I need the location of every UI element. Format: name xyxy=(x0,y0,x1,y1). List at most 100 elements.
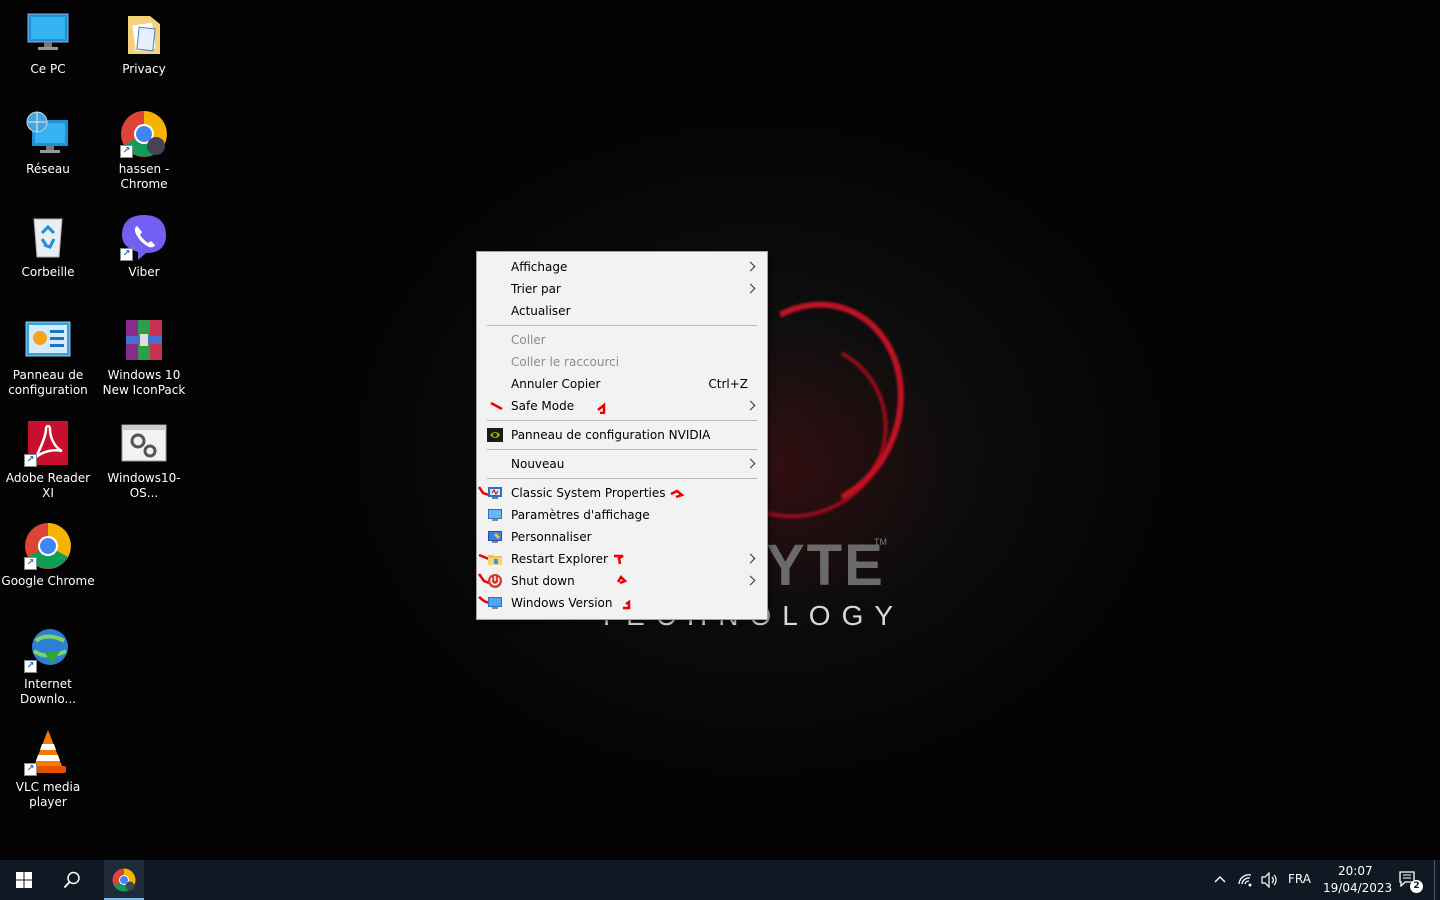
viber-icon: ↗ xyxy=(120,213,168,261)
menu-item-coller[interactable]: Coller xyxy=(477,329,767,351)
menu-item-label: Safe Mode xyxy=(511,399,575,413)
menu-item-annuler-copier[interactable]: Annuler Copier Ctrl+Z xyxy=(477,373,767,395)
desktop-icon-hassen-chrome[interactable]: ↗ hassen - Chrome xyxy=(96,110,192,192)
menu-item-classic-system-properties[interactable]: Classic System Properties xyxy=(477,482,767,504)
desktop-icon-label: Corbeille xyxy=(21,265,75,279)
desktop-icon-label: Panneau de configuration xyxy=(8,368,88,397)
input-language-indicator[interactable]: FRA xyxy=(1288,872,1311,886)
menu-item-nvidia-control-panel[interactable]: Panneau de configuration NVIDIA xyxy=(477,424,767,446)
desktop-icon-panneau-de-configuration[interactable]: Panneau de configuration xyxy=(0,316,96,398)
folder-document-icon xyxy=(120,10,168,58)
menu-item-parametres-affichage[interactable]: Paramètres d'affichage xyxy=(477,504,767,526)
shortcut-arrow-icon: ↗ xyxy=(120,145,133,158)
chevron-up-icon xyxy=(1214,876,1226,883)
menu-item-label: Restart Explorer xyxy=(511,552,608,566)
red-annotation-mark-icon xyxy=(614,554,624,565)
archive-icon xyxy=(120,316,168,364)
desktop-icon-reseau[interactable]: Réseau xyxy=(0,110,96,177)
desktop-icon-internet-download-manager[interactable]: ↗ Internet Downlo... xyxy=(0,625,96,707)
start-button[interactable] xyxy=(0,860,48,900)
menu-item-label: Personnaliser xyxy=(511,530,592,544)
menu-separator xyxy=(487,449,757,450)
shortcut-arrow-icon: ↗ xyxy=(24,660,37,673)
desktop-icon-label: Google Chrome xyxy=(1,574,95,588)
menu-separator xyxy=(487,325,757,326)
monitor-icon xyxy=(488,597,502,609)
menu-item-nouveau[interactable]: Nouveau xyxy=(477,453,767,475)
menu-item-label: Coller xyxy=(511,333,546,347)
taskbar: FRA 20:07 19/04/2023 2 xyxy=(0,860,1440,900)
menu-item-label: Nouveau xyxy=(511,457,565,471)
red-annotation-mark-icon xyxy=(623,599,631,610)
desktop-icon-privacy[interactable]: Privacy xyxy=(96,10,192,77)
desktop-icon-vlc-media-player[interactable]: ↗ VLC media player xyxy=(0,728,96,810)
chevron-right-icon xyxy=(745,553,756,564)
wallpaper-trademark: TM xyxy=(874,537,887,547)
action-center-button[interactable]: 2 xyxy=(1394,860,1424,900)
menu-item-shortcut: Ctrl+Z xyxy=(708,377,748,391)
chrome-profile-icon: ↗ xyxy=(120,110,168,158)
desktop-icon-label: VLC media player xyxy=(15,780,81,809)
menu-item-label: Shut down xyxy=(511,574,575,588)
menu-item-actualiser[interactable]: Actualiser xyxy=(477,300,767,322)
desktop-icon-adobe-reader-xi[interactable]: ↗ Adobe Reader XI xyxy=(0,419,96,501)
menu-item-shut-down[interactable]: Shut down xyxy=(477,570,767,592)
desktop-icon-label: Internet Downlo... xyxy=(20,677,76,706)
desktop-icon-ce-pc[interactable]: Ce PC xyxy=(0,10,96,77)
menu-item-personnaliser[interactable]: Personnaliser xyxy=(477,526,767,548)
notification-count-badge: 2 xyxy=(1410,880,1423,893)
red-annotation-mark-icon xyxy=(490,402,503,410)
menu-item-windows-version[interactable]: Windows Version xyxy=(477,592,767,614)
menu-separator xyxy=(487,420,757,421)
shortcut-arrow-icon: ↗ xyxy=(24,763,37,776)
menu-item-coller-le-raccourci[interactable]: Coller le raccourci xyxy=(477,351,767,373)
chevron-right-icon xyxy=(745,261,756,272)
volume-tray-button[interactable] xyxy=(1258,860,1282,900)
red-annotation-mark-icon xyxy=(616,575,628,585)
system-properties-icon xyxy=(488,487,502,499)
desktop-context-menu: Affichage Trier par Actualiser Coller Co… xyxy=(476,251,768,620)
clock-time[interactable]: 20:07 xyxy=(1338,864,1373,878)
shortcut-arrow-icon: ↗ xyxy=(120,248,133,261)
search-icon xyxy=(63,871,80,889)
show-desktop-button[interactable] xyxy=(1434,860,1435,900)
settings-window-icon xyxy=(120,419,168,467)
menu-item-affichage[interactable]: Affichage xyxy=(477,256,767,278)
menu-item-label: Paramètres d'affichage xyxy=(511,508,650,522)
clock-date[interactable]: 19/04/2023 xyxy=(1323,881,1392,895)
desktop-icon-windows-10-new-iconpack[interactable]: Windows 10 New IconPack xyxy=(96,316,192,398)
menu-item-label: Actualiser xyxy=(511,304,571,318)
desktop-icon-label: hassen - Chrome xyxy=(118,162,170,191)
red-annotation-mark-icon xyxy=(670,489,684,499)
menu-item-restart-explorer[interactable]: Restart Explorer xyxy=(477,548,767,570)
taskbar-app-chrome[interactable] xyxy=(104,860,144,900)
menu-item-label: Trier par xyxy=(511,282,561,296)
search-button[interactable] xyxy=(48,860,96,900)
desktop-icon-label: Ce PC xyxy=(30,62,66,76)
shortcut-arrow-icon: ↗ xyxy=(24,454,37,467)
wallpaper-brand-text: YTE xyxy=(766,533,885,598)
desktop-icon-corbeille[interactable]: Corbeille xyxy=(0,213,96,280)
chevron-right-icon xyxy=(745,575,756,586)
menu-item-safe-mode[interactable]: Safe Mode xyxy=(477,395,767,417)
menu-item-label: Affichage xyxy=(511,260,568,274)
network-tray-button[interactable] xyxy=(1234,860,1258,900)
adobe-reader-icon: ↗ xyxy=(24,419,72,467)
chevron-right-icon xyxy=(745,458,756,469)
menu-item-label: Classic System Properties xyxy=(511,486,666,500)
windows-logo-icon xyxy=(16,872,32,888)
explorer-icon xyxy=(488,555,502,565)
desktop-icon-label: Windows10-OS... xyxy=(107,471,181,500)
desktop-icon-google-chrome[interactable]: ↗ Google Chrome xyxy=(0,522,96,589)
chevron-right-icon xyxy=(745,400,756,411)
desktop-icon-windows10-os[interactable]: Windows10-OS... xyxy=(96,419,192,501)
menu-item-label: Windows Version xyxy=(511,596,613,610)
desktop-icon-label: Privacy xyxy=(122,62,166,76)
menu-item-label: Coller le raccourci xyxy=(511,355,620,369)
menu-item-trier-par[interactable]: Trier par xyxy=(477,278,767,300)
desktop-icon-viber[interactable]: ↗ Viber xyxy=(96,213,192,280)
show-hidden-icons-button[interactable] xyxy=(1208,860,1232,900)
display-settings-icon xyxy=(488,509,502,521)
desktop-icon-label: Adobe Reader XI xyxy=(5,471,91,500)
vlc-icon: ↗ xyxy=(24,728,72,776)
